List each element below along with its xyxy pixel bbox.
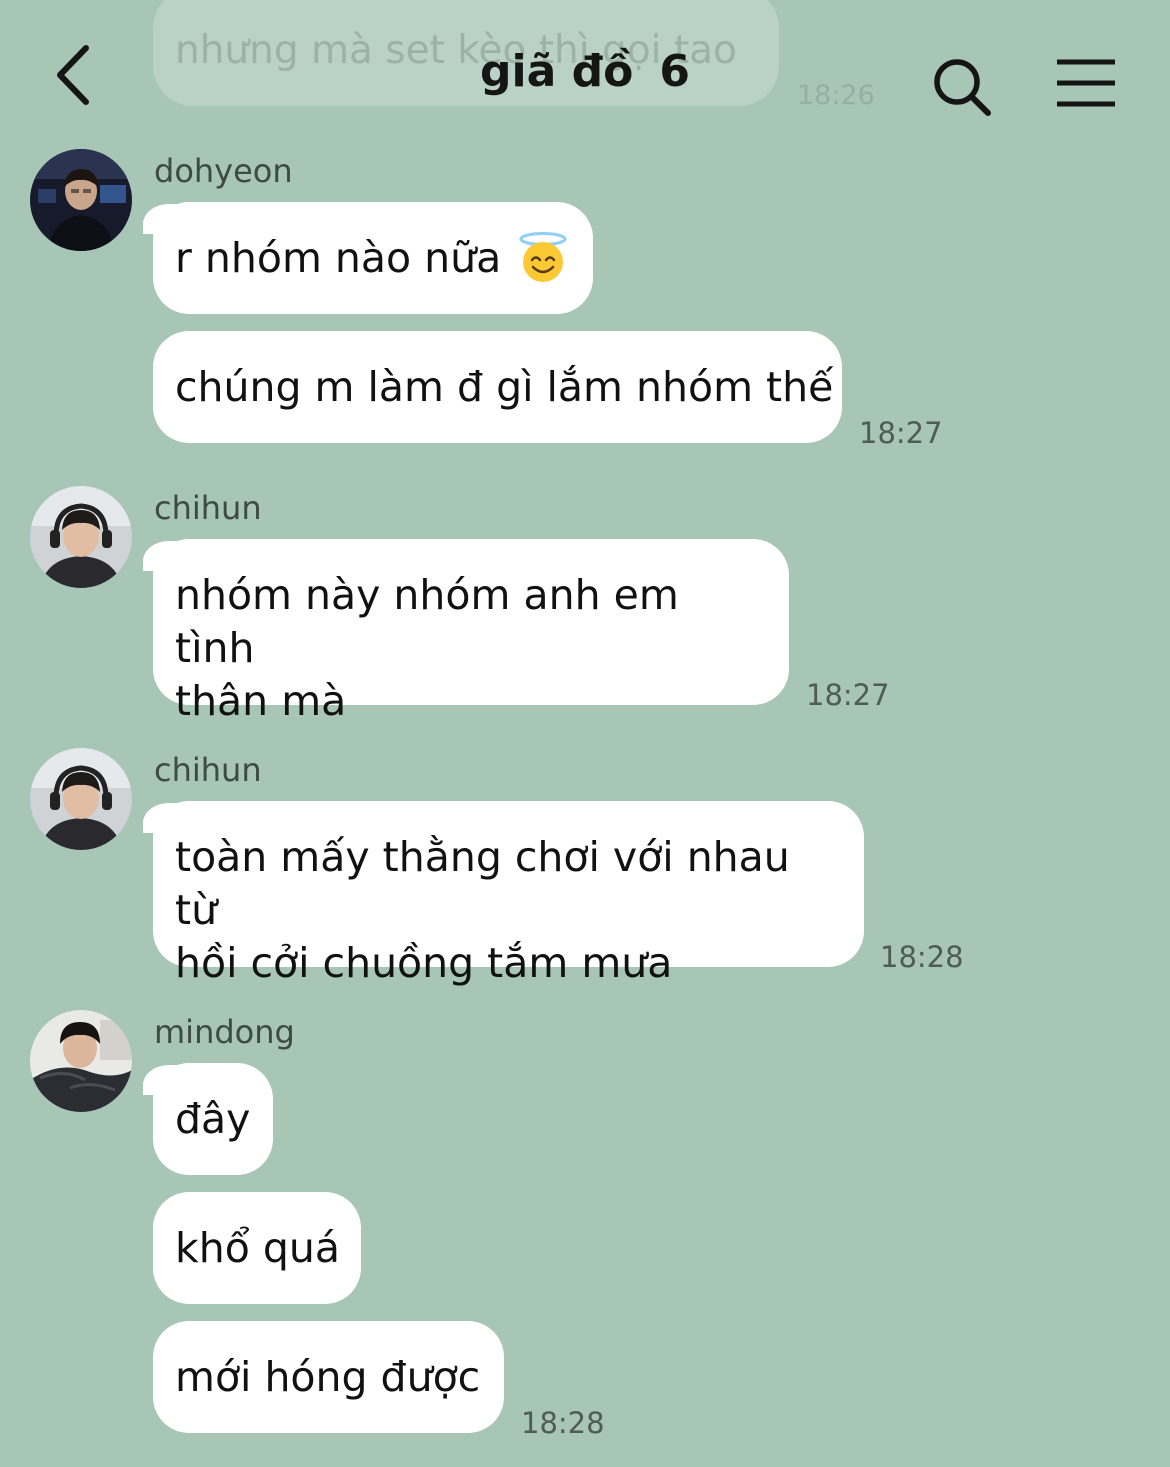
sender-name: dohyeon — [154, 152, 293, 190]
member-count: 6 — [659, 46, 690, 97]
smiling-face-with-halo-emoji — [519, 232, 567, 282]
avatar-chihun[interactable] — [30, 486, 132, 588]
message-time: 18:27 — [806, 678, 890, 712]
message-bubble[interactable]: đây — [143, 1063, 273, 1175]
bubble-tail — [143, 541, 177, 571]
sender-name: chihun — [154, 489, 262, 527]
message-time: 18:28 — [880, 940, 964, 974]
message-text-line: nhóm này nhóm anh em tình — [175, 571, 679, 672]
sender-name: chihun — [154, 751, 262, 789]
avatar-mindong-image — [30, 1010, 132, 1112]
avatar-chihun-image — [30, 748, 132, 850]
message-bubble[interactable]: r nhóm nào nữa — [143, 202, 593, 314]
avatar-dohyeon[interactable] — [30, 149, 132, 251]
sender-name: mindong — [154, 1013, 295, 1051]
menu-button[interactable] — [1054, 58, 1118, 108]
group-name: giã đồ — [480, 46, 634, 97]
message-text: mới hóng được — [175, 1352, 481, 1401]
message-text: chúng m làm đ gì lắm nhóm thế — [175, 362, 834, 411]
bubble-tail — [143, 204, 177, 234]
message-text: r nhóm nào nữa — [175, 233, 502, 282]
chat-header: giã đồ 6 — [0, 0, 1170, 140]
search-icon — [934, 59, 991, 116]
bubble-tail — [143, 1065, 177, 1095]
message-time: 18:28 — [521, 1406, 605, 1440]
search-button[interactable] — [930, 55, 994, 119]
message-bubble[interactable]: nhóm này nhóm anh em tình thân mà — [143, 539, 789, 725]
message-bubble[interactable]: toàn mấy thằng chơi với nhau từ hồi cởi … — [143, 801, 864, 987]
message-text-line: thân mà — [175, 677, 347, 725]
avatar-dohyeon-image — [30, 149, 132, 251]
avatar-chihun[interactable] — [30, 748, 132, 850]
chat-title: giã đồ 6 — [0, 46, 1170, 97]
message-bubble[interactable]: chúng m làm đ gì lắm nhóm thế — [153, 331, 842, 443]
message-bubble[interactable]: mới hóng được — [153, 1321, 504, 1433]
hamburger-menu-icon — [1057, 59, 1115, 107]
message-text-line: toàn mấy thằng chơi với nhau từ — [175, 833, 790, 934]
bubble-tail — [143, 803, 177, 833]
message-text: đây — [175, 1094, 251, 1143]
avatar-mindong[interactable] — [30, 1010, 132, 1112]
chat-screen: nhưng mà set kèo thì gọi tao 18:26 giã đ… — [0, 0, 1170, 1467]
message-bubble[interactable]: khổ quá — [153, 1192, 361, 1304]
avatar-chihun-image — [30, 486, 132, 588]
message-time: 18:27 — [859, 416, 943, 450]
message-text: khổ quá — [175, 1223, 340, 1272]
message-text-line: hồi cởi chuồng tắm mưa — [175, 939, 673, 987]
